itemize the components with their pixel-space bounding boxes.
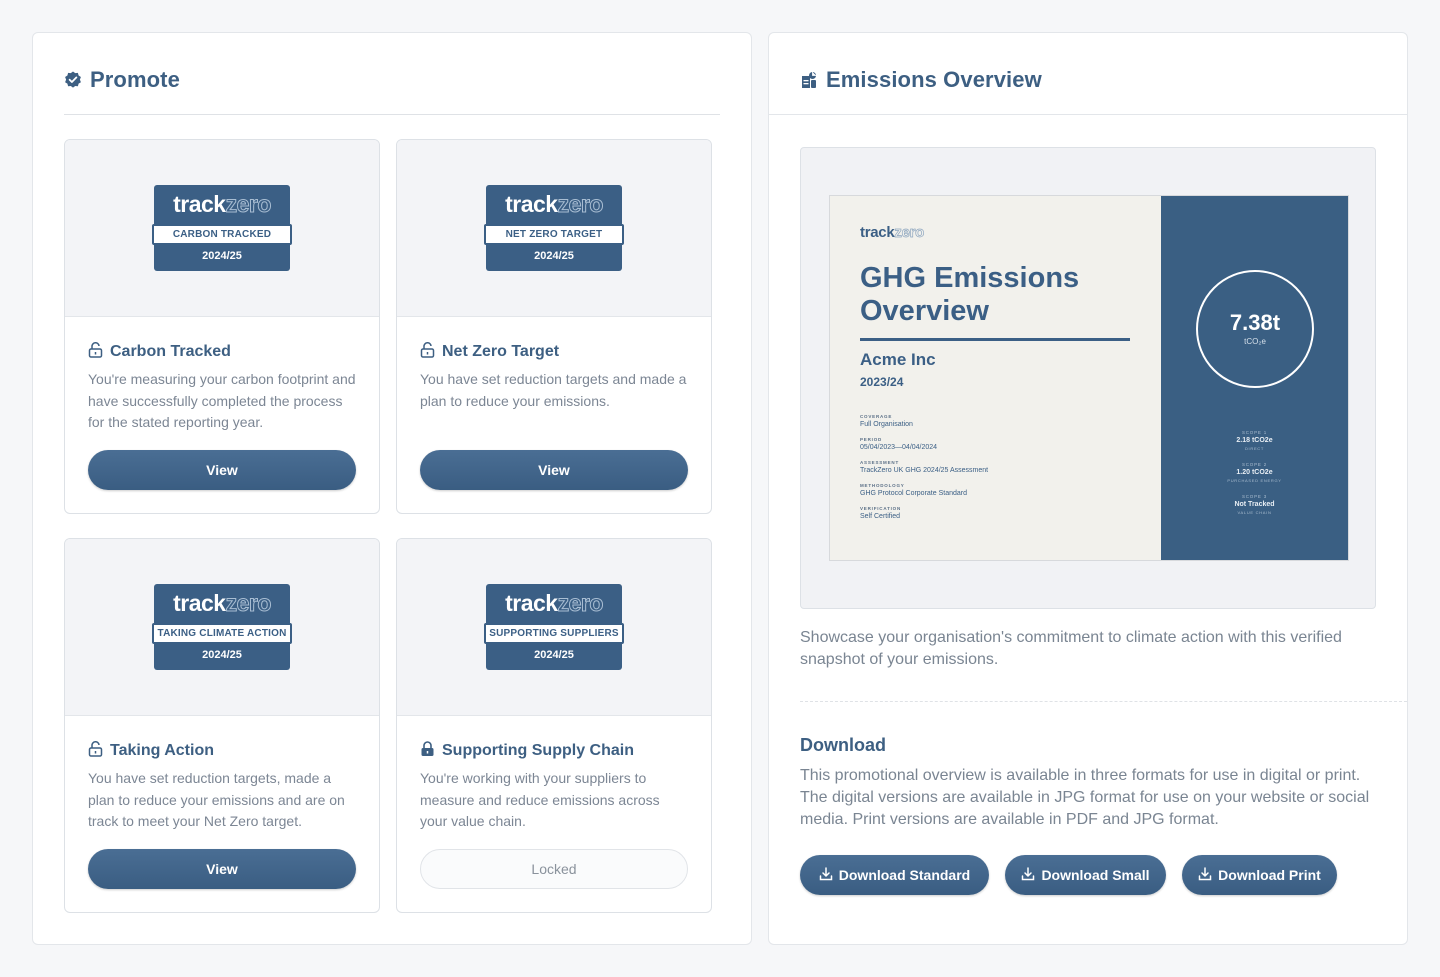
lock-open-icon	[88, 341, 103, 363]
promote-card-supporting-supply-chain: trackzero SUPPORTING SUPPLIERS 2024/25 S…	[396, 538, 712, 913]
promote-card-carbon-tracked: trackzero CARBON TRACKED 2024/25 Carbon …	[64, 139, 380, 514]
locked-button: Locked	[420, 849, 688, 889]
showcase-text: Showcase your organisation's commitment …	[800, 629, 1342, 668]
total-emissions-value: 7.38t	[1229, 310, 1281, 335]
lock-closed-icon	[420, 740, 435, 762]
card-description: You're working with your suppliers to me…	[420, 770, 660, 829]
poster-title: GHG Emissions Overview	[860, 262, 1080, 327]
lock-open-icon	[420, 341, 435, 363]
download-title: Download	[800, 735, 886, 755]
trackzero-badge: trackzero NET ZERO TARGET 2024/25	[484, 185, 624, 271]
emissions-divider	[769, 114, 1407, 115]
download-print-button[interactable]: Download Print	[1182, 855, 1337, 895]
promote-card-taking-action: trackzero TAKING CLIMATE ACTION 2024/25 …	[64, 538, 380, 913]
download-standard-button[interactable]: Download Standard	[800, 855, 989, 895]
card-title: Taking Action	[88, 740, 356, 762]
emissions-title: Emissions Overview	[826, 67, 1042, 92]
poster-brand: trackzero	[860, 224, 925, 242]
badge-year: 2024/25	[202, 649, 242, 661]
download-description: This promotional overview is available i…	[800, 767, 1370, 828]
trackzero-badge: trackzero TAKING CLIMATE ACTION 2024/25	[152, 584, 292, 670]
dashed-divider	[800, 701, 1407, 702]
meta-value: GHG Protocol Corporate Standard	[860, 490, 967, 497]
poster-left: trackzero GHG Emissions Overview Acme Inc…	[830, 196, 1161, 560]
download-icon	[1021, 866, 1035, 884]
badge-brand: trackzero	[173, 191, 272, 218]
card-title: Net Zero Target	[420, 341, 688, 363]
download-icon	[819, 866, 833, 884]
meta-value: Full Organisation	[860, 421, 913, 428]
promote-divider	[64, 114, 720, 115]
poster-meta: COVERAGE Full Organisation PERIOD 05/04/…	[860, 414, 1120, 522]
badge-year: 2024/25	[534, 649, 574, 661]
total-emissions-circle: 7.38t tCO₂e	[1196, 270, 1314, 388]
promote-header: Promote	[64, 65, 180, 95]
card-title: Supporting Supply Chain	[420, 740, 688, 762]
scope-item: SCOPE 1 2.18 tCO2e DIRECT	[1236, 430, 1273, 451]
badge-brand: trackzero	[505, 590, 604, 617]
scope-item: SCOPE 3 Not Tracked VALUE CHAIN	[1234, 494, 1275, 515]
card-description: You have set reduction targets, made a p…	[88, 770, 345, 829]
badge-label: NET ZERO TARGET	[484, 224, 624, 245]
view-carbon-tracked-button[interactable]: View	[88, 450, 356, 490]
lock-open-icon	[88, 740, 103, 762]
badge-year: 2024/25	[202, 250, 242, 262]
scope-item: SCOPE 2 1.20 tCO2e PURCHASED ENERGY	[1227, 462, 1282, 483]
poster-year: 2023/24	[860, 375, 904, 389]
download-small-button[interactable]: Download Small	[1005, 855, 1166, 895]
card-description: You have set reduction targets and made …	[420, 371, 687, 409]
view-taking-action-button[interactable]: View	[88, 849, 356, 889]
overview-preview: trackzero GHG Emissions Overview Acme Inc…	[800, 147, 1376, 609]
trackzero-badge: trackzero SUPPORTING SUPPLIERS 2024/25	[484, 584, 624, 670]
meta-value: Self Certified	[860, 513, 901, 520]
total-emissions-unit: tCO₂e	[1244, 337, 1266, 346]
emissions-overview-panel: Emissions Overview trackzero GHG Emissio…	[768, 32, 1408, 945]
badge-brand: trackzero	[505, 191, 604, 218]
badge-preview: trackzero NET ZERO TARGET 2024/25	[397, 140, 711, 317]
emissions-poster: trackzero GHG Emissions Overview Acme Inc…	[829, 195, 1349, 561]
scope-list: SCOPE 1 2.18 tCO2e DIRECT SCOPE 2 1.20 t…	[1161, 430, 1348, 526]
badge-preview: trackzero SUPPORTING SUPPLIERS 2024/25	[397, 539, 711, 716]
meta-value: TrackZero UK GHG 2024/25 Assessment	[860, 467, 989, 474]
promote-panel: Promote trackzero CARBON TRACKED 2024/25…	[32, 32, 752, 945]
trackzero-badge: trackzero CARBON TRACKED 2024/25	[152, 185, 292, 271]
badge-brand: trackzero	[173, 590, 272, 617]
promote-card-net-zero-target: trackzero NET ZERO TARGET 2024/25 Net Ze…	[396, 139, 712, 514]
meta-value: 05/04/2023—04/04/2024	[860, 444, 938, 451]
promote-title: Promote	[90, 67, 180, 92]
badge-year: 2024/25	[534, 250, 574, 262]
verified-badge-icon	[64, 71, 82, 89]
view-net-zero-target-button[interactable]: View	[420, 450, 688, 490]
card-title: Carbon Tracked	[88, 341, 356, 363]
poster-org: Acme Inc	[860, 350, 936, 369]
card-description: You're measuring your carbon footprint a…	[88, 371, 356, 430]
download-icon	[1198, 866, 1212, 884]
emissions-header: Emissions Overview	[800, 65, 1042, 95]
badge-label: CARBON TRACKED	[152, 224, 292, 245]
chart-document-icon	[800, 71, 818, 89]
poster-rule	[860, 338, 1130, 341]
poster-right: 7.38t tCO₂e SCOPE 1 2.18 tCO2e DIRECT SC…	[1161, 196, 1348, 560]
badge-preview: trackzero TAKING CLIMATE ACTION 2024/25	[65, 539, 379, 716]
badge-label: TAKING CLIMATE ACTION	[152, 623, 292, 644]
badge-label: SUPPORTING SUPPLIERS	[484, 623, 624, 644]
badge-preview: trackzero CARBON TRACKED 2024/25	[65, 140, 379, 317]
